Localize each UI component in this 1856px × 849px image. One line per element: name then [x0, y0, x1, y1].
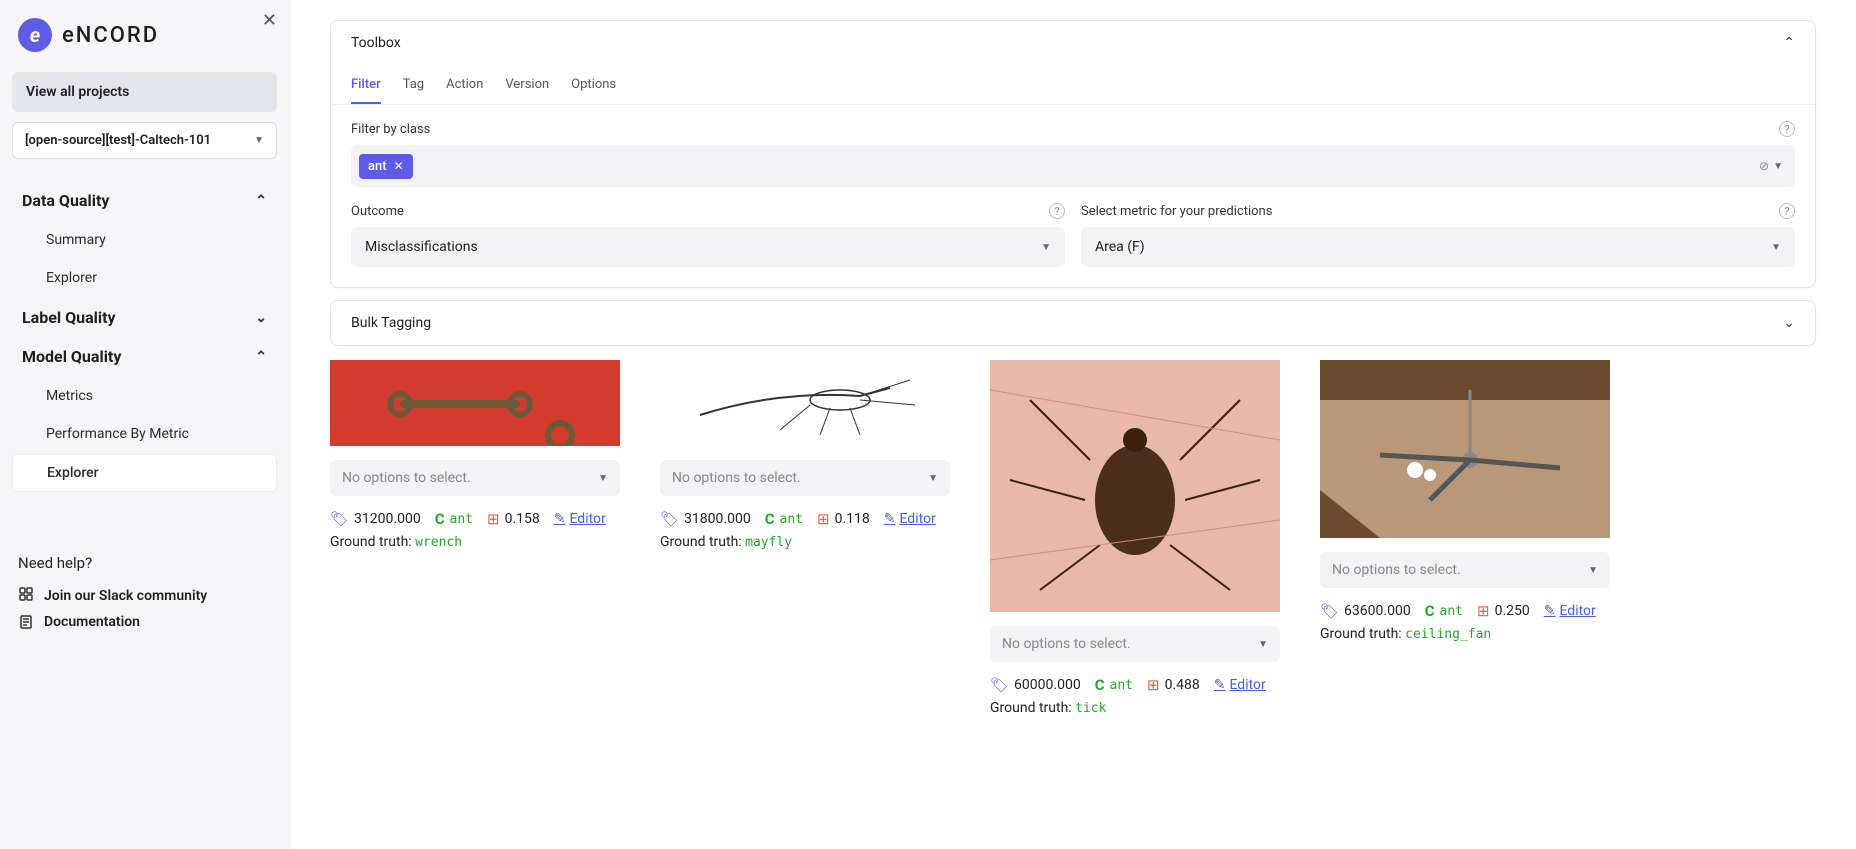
chip-icon: ⊞	[1147, 676, 1160, 694]
clear-icon: ⊘	[1759, 159, 1769, 173]
toolbox-panel: Toolbox ⌃ Filter Tag Action Version Opti…	[330, 20, 1816, 288]
help-link-docs[interactable]: Documentation	[18, 610, 271, 634]
caret-down-icon: ▼	[1258, 639, 1268, 650]
view-all-projects-button[interactable]: View all projects	[12, 72, 277, 112]
bulk-tagging-panel: Bulk Tagging ⌄	[330, 300, 1816, 346]
chevron-up-icon: ⌃	[255, 193, 267, 209]
chip-icon: ⊞	[487, 510, 500, 528]
pencil-icon: ✎	[1214, 677, 1226, 693]
card-tag-select[interactable]: No options to select. ▼	[990, 626, 1280, 662]
chevron-up-icon: ⌃	[255, 349, 267, 365]
caret-down-icon: ▼	[928, 473, 938, 484]
pencil-icon: ✎	[884, 511, 896, 527]
clear-all-chips[interactable]: ⊘ ▼	[1759, 159, 1783, 173]
nav-item-performance-by-metric[interactable]: Performance By Metric	[12, 416, 277, 452]
nav-group-label-quality[interactable]: Label Quality ⌄	[12, 298, 277, 337]
editor-link[interactable]: ✎Editor	[1544, 603, 1596, 619]
tab-action[interactable]: Action	[446, 77, 483, 104]
remove-chip-icon[interactable]: ✕	[394, 159, 404, 173]
caret-down-icon: ▼	[254, 135, 264, 146]
chevron-down-icon: ⌄	[255, 310, 267, 326]
nav-item-explorer-mq[interactable]: Explorer	[12, 454, 277, 492]
class-icon: C	[435, 510, 445, 528]
project-name: [open-source][test]-Caltech-101	[25, 133, 211, 148]
caret-down-icon: ▼	[1771, 242, 1781, 253]
class-icon: C	[765, 510, 775, 528]
outcome-select[interactable]: Misclassifications ▼	[351, 227, 1065, 267]
tag-icon: 🏷	[330, 510, 349, 528]
class-icon: C	[1425, 602, 1435, 620]
logo-text: eNCORD	[62, 23, 159, 48]
logo-icon: e	[18, 18, 52, 52]
project-select[interactable]: [open-source][test]-Caltech-101 ▼	[12, 122, 277, 159]
nav-group-data-quality[interactable]: Data Quality ⌃	[12, 181, 277, 220]
card-tag-select[interactable]: No options to select. ▼	[660, 460, 950, 496]
card-tag-select[interactable]: No options to select. ▼	[1320, 552, 1610, 588]
caret-down-icon: ▼	[1041, 242, 1051, 253]
outcome-label: Outcome	[351, 204, 404, 219]
help-icon[interactable]: ?	[1779, 121, 1795, 137]
toolbox-tabs: Filter Tag Action Version Options	[331, 65, 1815, 105]
editor-link[interactable]: ✎Editor	[554, 511, 606, 527]
chevron-down-icon: ⌄	[1783, 315, 1795, 331]
close-sidebar-icon[interactable]: ✕	[262, 10, 277, 31]
sidebar: ✕ e eNCORD View all projects [open-sourc…	[0, 0, 290, 849]
filter-by-class-label: Filter by class	[351, 122, 430, 137]
tag-icon: 🏷	[660, 510, 679, 528]
help-icon[interactable]: ?	[1049, 203, 1065, 219]
nav-item-summary[interactable]: Summary	[12, 222, 277, 258]
result-card: No options to select. ▼ 🏷63600.000 Cant …	[1320, 360, 1610, 642]
tab-options[interactable]: Options	[571, 77, 616, 104]
help-icon[interactable]: ?	[1779, 203, 1795, 219]
filter-chip-ant[interactable]: ant ✕	[359, 154, 413, 179]
editor-link[interactable]: ✎Editor	[1214, 677, 1266, 693]
slack-icon	[18, 586, 34, 606]
logo: e eNCORD	[12, 10, 277, 72]
result-card: No options to select. ▼ 🏷60000.000 Cant …	[990, 360, 1280, 716]
tab-version[interactable]: Version	[505, 77, 549, 104]
tab-tag[interactable]: Tag	[403, 77, 424, 104]
tag-icon: 🏷	[1320, 602, 1339, 620]
filter-class-input[interactable]: ant ✕ ⊘ ▼	[351, 145, 1795, 187]
tab-filter[interactable]: Filter	[351, 77, 381, 104]
editor-link[interactable]: ✎Editor	[884, 511, 936, 527]
results-grid: No options to select. ▼ 🏷31200.000 Cant …	[330, 360, 1816, 716]
class-icon: C	[1095, 676, 1105, 694]
pencil-icon: ✎	[1544, 603, 1556, 619]
nav-item-metrics[interactable]: Metrics	[12, 378, 277, 414]
help-link-slack[interactable]: Join our Slack community	[18, 582, 271, 610]
toolbox-title: Toolbox	[351, 35, 401, 51]
nav: Data Quality ⌃ Summary Explorer Label Qu…	[12, 181, 277, 494]
document-icon	[18, 614, 34, 630]
thumbnail[interactable]	[660, 360, 950, 446]
tag-icon: 🏷	[990, 676, 1009, 694]
result-card: No options to select. ▼ 🏷31800.000 Cant …	[660, 360, 950, 550]
help-title: Need help?	[18, 554, 271, 572]
result-card: No options to select. ▼ 🏷31200.000 Cant …	[330, 360, 620, 550]
caret-down-icon: ▼	[1588, 565, 1598, 576]
thumbnail[interactable]	[1320, 360, 1610, 538]
nav-item-explorer-dq[interactable]: Explorer	[12, 260, 277, 296]
caret-down-icon: ▼	[1773, 161, 1783, 172]
thumbnail[interactable]	[330, 360, 620, 446]
chip-icon: ⊞	[1477, 602, 1490, 620]
collapse-toolbox-icon[interactable]: ⌃	[1783, 35, 1795, 51]
main-content: Toolbox ⌃ Filter Tag Action Version Opti…	[290, 0, 1856, 849]
card-tag-select[interactable]: No options to select. ▼	[330, 460, 620, 496]
bulk-tagging-toggle[interactable]: Bulk Tagging ⌄	[331, 301, 1815, 345]
nav-group-model-quality[interactable]: Model Quality ⌃	[12, 337, 277, 376]
metric-label: Select metric for your predictions	[1081, 204, 1272, 219]
help-section: Need help? Join our Slack community Docu…	[12, 554, 277, 654]
caret-down-icon: ▼	[598, 473, 608, 484]
pencil-icon: ✎	[554, 511, 566, 527]
chip-icon: ⊞	[817, 510, 830, 528]
thumbnail[interactable]	[990, 360, 1280, 612]
metric-select[interactable]: Area (F) ▼	[1081, 227, 1795, 267]
